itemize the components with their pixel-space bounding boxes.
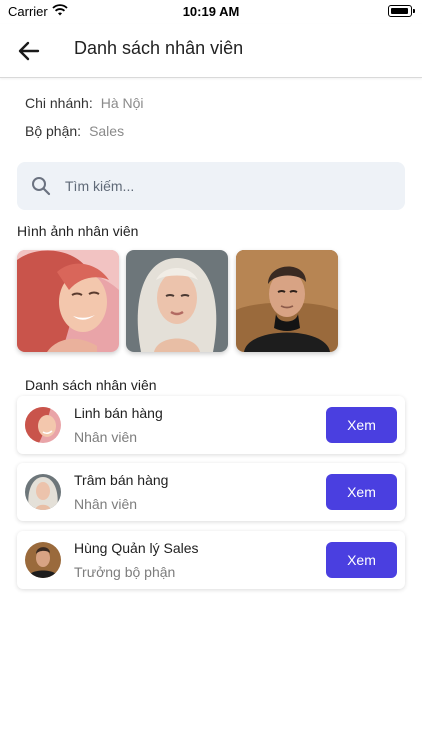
department-label: Bộ phận: [25, 123, 82, 139]
search-input[interactable] [65, 162, 385, 210]
employee-list-title: Danh sách nhân viên [25, 377, 157, 393]
department-row: Bộ phận: Sales [25, 123, 124, 139]
page-title: Danh sách nhân viên [74, 38, 244, 58]
view-button[interactable]: Xem [326, 407, 397, 443]
employee-name: Linh bán hàng [74, 405, 163, 421]
employee-name: Trâm bán hàng [74, 472, 169, 488]
employee-card-linh: Linh bán hàng Nhân viên Xem [17, 396, 405, 454]
avatar [25, 407, 61, 443]
employee-photo-linh[interactable] [17, 250, 119, 352]
employee-role: Nhân viên [74, 496, 138, 512]
employee-photo-tram[interactable] [126, 250, 228, 352]
search-bar [17, 162, 405, 210]
branch-value: Hà Nội [100, 95, 144, 111]
view-button[interactable]: Xem [326, 474, 397, 510]
avatar [25, 542, 61, 578]
status-time: 10:19 AM [182, 4, 240, 19]
view-button[interactable]: Xem [326, 542, 397, 578]
department-value: Sales [89, 123, 125, 139]
employee-photo-hung[interactable] [236, 250, 338, 352]
back-arrow-icon[interactable] [14, 36, 44, 66]
employee-card-hung: Hùng Quản lý Sales Trưởng bộ phận Xem [17, 531, 405, 589]
branch-label: Chi nhánh: [25, 95, 93, 111]
search-icon [32, 177, 51, 196]
battery-icon [388, 5, 415, 17]
avatar [25, 474, 61, 510]
app-header: Danh sách nhân viên [0, 24, 422, 78]
employee-name: Hùng Quản lý Sales [74, 540, 199, 556]
branch-row: Chi nhánh: Hà Nội [25, 95, 144, 111]
status-bar: Carrier 10:19 AM [0, 0, 422, 24]
photos-section-title: Hình ảnh nhân viên [17, 223, 139, 239]
employee-card-tram: Trâm bán hàng Nhân viên Xem [17, 463, 405, 521]
employee-role: Nhân viên [74, 429, 138, 445]
employee-role: Trưởng bộ phận [74, 564, 176, 580]
